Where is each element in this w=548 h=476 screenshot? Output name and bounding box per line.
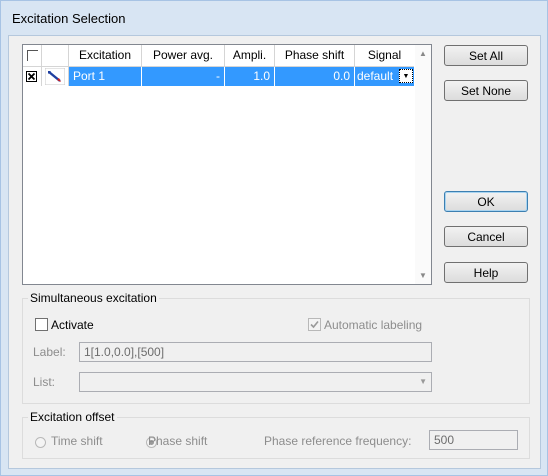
checkmark-icon — [310, 320, 319, 329]
header-select-all[interactable] — [23, 45, 42, 66]
header-icon-column — [42, 45, 69, 66]
excitation-table[interactable]: Excitation Power avg. Ampli. Phase shift… — [22, 44, 432, 285]
table-row[interactable]: Port 1 - 1.0 0.0 default ▼ — [23, 67, 414, 86]
list-caption: List: — [33, 375, 56, 389]
set-all-button[interactable]: Set All — [444, 45, 528, 66]
list-dropdown[interactable]: ▼ — [79, 372, 432, 392]
chevron-down-icon[interactable]: ▼ — [399, 69, 413, 83]
row-checkbox-cell[interactable] — [23, 67, 42, 86]
row-phase-shift[interactable]: 0.0 — [275, 67, 355, 86]
window-title: Excitation Selection — [12, 11, 126, 26]
table-header: Excitation Power avg. Ampli. Phase shift… — [23, 45, 414, 67]
row-ampli[interactable]: 1.0 — [225, 67, 275, 86]
port-icon — [45, 68, 65, 85]
scroll-down-icon[interactable]: ▼ — [419, 271, 427, 280]
ok-button[interactable]: OK — [444, 191, 528, 212]
time-shift-radio[interactable] — [35, 437, 46, 448]
dialog-client-area: Excitation Power avg. Ampli. Phase shift… — [8, 35, 541, 469]
time-shift-label[interactable]: Time shift — [51, 434, 103, 448]
title-bar: Excitation Selection — [1, 1, 547, 35]
header-power-avg[interactable]: Power avg. — [142, 45, 225, 66]
set-none-button[interactable]: Set None — [444, 80, 528, 101]
automatic-labeling-label[interactable]: Automatic labeling — [324, 318, 422, 332]
cancel-button[interactable]: Cancel — [444, 226, 528, 247]
phase-shift-label[interactable]: Phase shift — [148, 434, 207, 448]
scroll-up-icon[interactable]: ▲ — [419, 49, 427, 58]
header-ampli[interactable]: Ampli. — [225, 45, 275, 66]
dialog-window: Excitation Selection Excitation Power av… — [0, 0, 548, 476]
activate-label[interactable]: Activate — [51, 318, 94, 332]
label-field[interactable]: 1[1.0,0.0],[500] — [79, 342, 432, 362]
label-caption: Label: — [33, 345, 66, 359]
phase-reference-frequency-field[interactable]: 500 — [429, 430, 518, 450]
select-all-checkbox[interactable] — [26, 50, 38, 61]
checkmark-x-icon — [27, 72, 36, 81]
excitation-offset-title: Excitation offset — [28, 410, 117, 424]
header-signal[interactable]: Signal — [355, 45, 414, 66]
row-port-icon-cell — [42, 67, 69, 86]
row-power-avg: - — [142, 67, 225, 86]
row-signal-value: default — [357, 69, 394, 83]
phase-reference-frequency-label: Phase reference frequency: — [264, 434, 412, 448]
help-button[interactable]: Help — [444, 262, 528, 283]
row-checkbox[interactable] — [26, 71, 37, 82]
table-vertical-scrollbar[interactable]: ▲ ▼ — [415, 45, 431, 284]
chevron-down-icon[interactable]: ▼ — [419, 373, 427, 391]
header-phase-shift[interactable]: Phase shift — [275, 45, 355, 66]
simultaneous-excitation-title: Simultaneous excitation — [28, 291, 159, 305]
row-signal-dropdown[interactable]: default ▼ — [355, 67, 414, 86]
automatic-labeling-checkbox[interactable] — [308, 318, 321, 331]
activate-checkbox[interactable] — [35, 318, 48, 331]
row-excitation: Port 1 — [69, 67, 142, 86]
header-excitation[interactable]: Excitation — [69, 45, 142, 66]
